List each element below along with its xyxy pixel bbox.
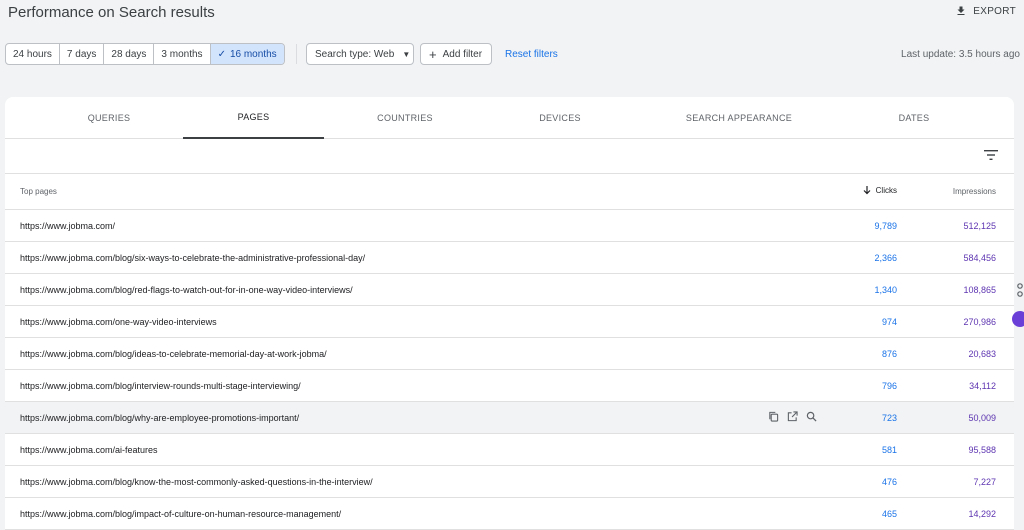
assistant-icon[interactable]	[1012, 311, 1024, 327]
tab-queries[interactable]: QUERIES	[39, 97, 179, 139]
page-url: https://www.jobma.com/blog/know-the-most…	[20, 477, 373, 487]
tab-devices[interactable]: DEVICES	[490, 97, 630, 139]
clicks-header-label: Clicks	[875, 186, 897, 195]
column-header-pages: Top pages	[20, 187, 57, 196]
tab-countries[interactable]: COUNTRIES	[335, 97, 475, 139]
table-row[interactable]: https://www.jobma.com/one-way-video-inte…	[5, 306, 1014, 338]
impressions-value: 584,456	[963, 253, 996, 263]
table-row[interactable]: https://www.jobma.com/ai-features 581 95…	[5, 434, 1014, 466]
impressions-value: 7,227	[973, 477, 996, 487]
date-range-7-days[interactable]: 7 days	[60, 44, 105, 64]
impressions-value: 14,292	[968, 509, 996, 519]
date-range-28-days[interactable]: 28 days	[104, 44, 155, 64]
table-row[interactable]: https://www.jobma.com/blog/know-the-most…	[5, 466, 1014, 498]
date-range-16-months[interactable]: ✓ 16 months	[210, 44, 284, 64]
table-row[interactable]: https://www.jobma.com/blog/interview-rou…	[5, 370, 1014, 402]
tab-search-appearance[interactable]: SEARCH APPEARANCE	[659, 97, 819, 139]
open-in-new-icon[interactable]	[787, 411, 798, 422]
dropdown-arrow-icon: ▼	[402, 49, 411, 59]
table-header: Top pages Clicks Impressions	[5, 173, 1014, 210]
share-icon[interactable]	[1016, 282, 1024, 298]
clicks-value: 1,340	[874, 285, 897, 295]
clicks-value: 2,366	[874, 253, 897, 263]
table-row[interactable]: https://www.jobma.com/blog/red-flags-to-…	[5, 274, 1014, 306]
date-range-label: 3 months	[161, 48, 203, 60]
clicks-value: 796	[881, 381, 897, 391]
impressions-value: 50,009	[968, 413, 996, 423]
clicks-value: 465	[881, 509, 897, 519]
impressions-value: 270,986	[963, 317, 996, 327]
sort-down-arrow-icon	[863, 186, 871, 195]
impressions-value: 95,588	[968, 445, 996, 455]
impressions-value: 34,112	[969, 381, 996, 391]
date-range-3-months[interactable]: 3 months	[154, 44, 211, 64]
tab-pages[interactable]: PAGES	[183, 97, 324, 139]
date-range-24-hours[interactable]: 24 hours	[6, 44, 60, 64]
page-url: https://www.jobma.com/blog/impact-of-cul…	[20, 509, 342, 519]
clicks-value: 476	[881, 477, 897, 487]
date-range-label: 28 days	[111, 48, 147, 60]
date-range-selector: 24 hours 7 days 28 days 3 months ✓ 16 mon…	[5, 43, 285, 65]
table-row[interactable]: https://www.jobma.com/blog/impact-of-cul…	[5, 498, 1014, 530]
table-row[interactable]: https://www.jobma.com/ 9,789 512,125	[5, 210, 1014, 242]
date-range-label: 16 months	[229, 48, 277, 60]
clicks-value: 9,789	[874, 221, 897, 231]
magnifier-icon[interactable]	[806, 411, 817, 422]
tab-bar: QUERIES PAGES COUNTRIES DEVICES SEARCH A…	[5, 97, 1014, 139]
table-body: https://www.jobma.com/ 9,789 512,125 htt…	[5, 210, 1014, 530]
tab-dates[interactable]: DATES	[844, 97, 984, 139]
filter-icon[interactable]	[984, 149, 998, 161]
reset-filters-link[interactable]: Reset filters	[505, 49, 558, 60]
search-type-dropdown[interactable]: Search type: Web ▼	[306, 43, 414, 65]
divider	[296, 44, 297, 64]
impressions-value: 512,125	[963, 221, 996, 231]
clicks-value: 723	[881, 413, 897, 423]
report-card: QUERIES PAGES COUNTRIES DEVICES SEARCH A…	[5, 97, 1014, 530]
page-url: https://www.jobma.com/	[20, 221, 116, 231]
impressions-value: 108,865	[963, 285, 996, 295]
page-url: https://www.jobma.com/blog/interview-rou…	[20, 381, 301, 391]
impressions-value: 20,683	[968, 349, 996, 359]
clicks-value: 974	[881, 317, 897, 327]
check-icon: ✓	[217, 48, 226, 60]
search-type-label: Search type: Web	[315, 48, 395, 60]
table-row[interactable]: https://www.jobma.com/blog/ideas-to-cele…	[5, 338, 1014, 370]
table-row-hovered[interactable]: https://www.jobma.com/blog/why-are-emplo…	[5, 402, 1014, 434]
column-header-impressions[interactable]: Impressions	[953, 187, 996, 196]
page-title: Performance on Search results	[8, 4, 215, 21]
date-range-label: 7 days	[66, 48, 97, 60]
copy-icon[interactable]	[768, 411, 779, 422]
last-update-text: Last update: 3.5 hours ago	[901, 49, 1020, 60]
table-row[interactable]: https://www.jobma.com/blog/six-ways-to-c…	[5, 242, 1014, 274]
row-actions	[768, 411, 817, 422]
page-url: https://www.jobma.com/blog/why-are-emplo…	[20, 413, 300, 423]
export-label: EXPORT	[973, 5, 1016, 17]
page-url: https://www.jobma.com/blog/ideas-to-cele…	[20, 349, 327, 359]
date-range-label: 24 hours	[13, 48, 52, 60]
download-icon	[957, 6, 965, 15]
export-button[interactable]: EXPORT	[955, 5, 1016, 17]
add-filter-button[interactable]: + Add filter	[420, 43, 492, 65]
column-header-clicks[interactable]: Clicks	[863, 186, 897, 195]
page-url: https://www.jobma.com/blog/six-ways-to-c…	[20, 253, 366, 263]
clicks-value: 581	[881, 445, 897, 455]
page-url: https://www.jobma.com/ai-features	[20, 445, 158, 455]
page-url: https://www.jobma.com/one-way-video-inte…	[20, 317, 217, 327]
clicks-value: 876	[881, 349, 897, 359]
page-url: https://www.jobma.com/blog/red-flags-to-…	[20, 285, 353, 295]
add-filter-label: Add filter	[442, 48, 483, 60]
plus-icon: +	[429, 46, 437, 62]
